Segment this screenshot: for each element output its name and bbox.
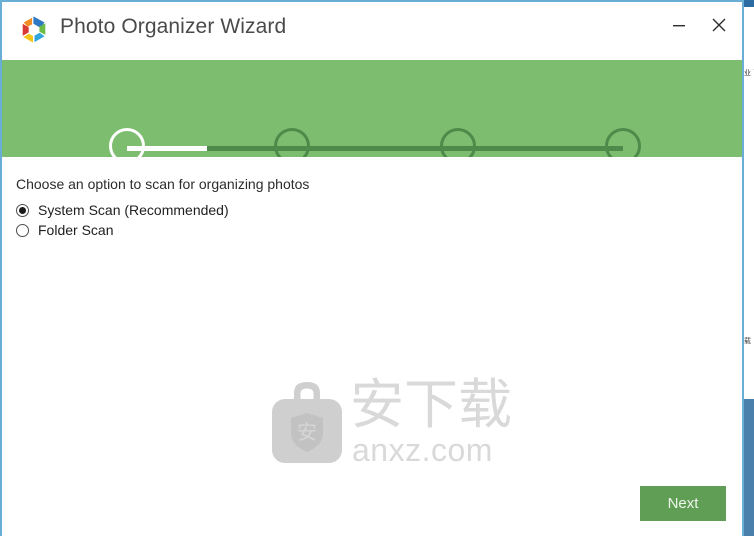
background-window: 业 下 载 安 载 · 安: [744, 0, 754, 536]
exclamation-circle-icon: [605, 128, 641, 157]
background-window-accent-band: [744, 399, 754, 536]
step-select-location[interactable]: Select Location: [52, 128, 202, 157]
radio-label-system-scan: System Scan (Recommended): [38, 202, 229, 218]
background-window-text-2: 载 · 安: [744, 337, 754, 345]
photo-organizer-wizard-dialog: Photo Organizer Wizard Select Location: [0, 0, 744, 536]
background-window-titlebar: [744, 0, 754, 7]
radio-option-folder-scan[interactable]: Folder Scan: [16, 222, 113, 238]
window-title: Photo Organizer Wizard: [60, 15, 287, 38]
radio-option-system-scan[interactable]: System Scan (Recommended): [16, 202, 229, 218]
background-window-text-1: 业 下 载 安: [744, 69, 754, 77]
radio-label-folder-scan: Folder Scan: [38, 222, 114, 238]
content-area: Choose an option to scan for organizing …: [2, 157, 742, 536]
step-organize-photos[interactable]: Organize Photos: [548, 128, 698, 157]
minimize-icon: [673, 25, 685, 27]
scan-option-prompt: Choose an option to scan for organizing …: [16, 176, 310, 192]
radio-button-icon[interactable]: [16, 203, 29, 217]
app-logo-icon: [18, 14, 52, 48]
watermark: 安 安下载 anxz.com: [268, 375, 512, 470]
step-organize-settings[interactable]: Organize Settings: [217, 128, 367, 157]
close-button[interactable]: [702, 10, 736, 40]
step-import-photos[interactable]: Import Photos: [383, 128, 533, 157]
minimize-button[interactable]: [662, 10, 696, 40]
watermark-chinese-text: 安下载: [350, 373, 512, 436]
close-icon: [712, 18, 726, 32]
bag-shield-logo-icon: 安: [268, 375, 346, 470]
watermark-domain-text: anxz.com: [352, 432, 493, 468]
exclamation-circle-icon: [109, 128, 145, 157]
exclamation-circle-icon: [440, 128, 476, 157]
radio-button-icon[interactable]: [16, 223, 29, 237]
next-button[interactable]: Next: [640, 486, 726, 521]
wizard-stepper: Select Location Organize Settings Import…: [2, 60, 742, 157]
title-bar: Photo Organizer Wizard: [2, 2, 742, 58]
svg-text:安: 安: [297, 420, 317, 444]
exclamation-circle-icon: [274, 128, 310, 157]
